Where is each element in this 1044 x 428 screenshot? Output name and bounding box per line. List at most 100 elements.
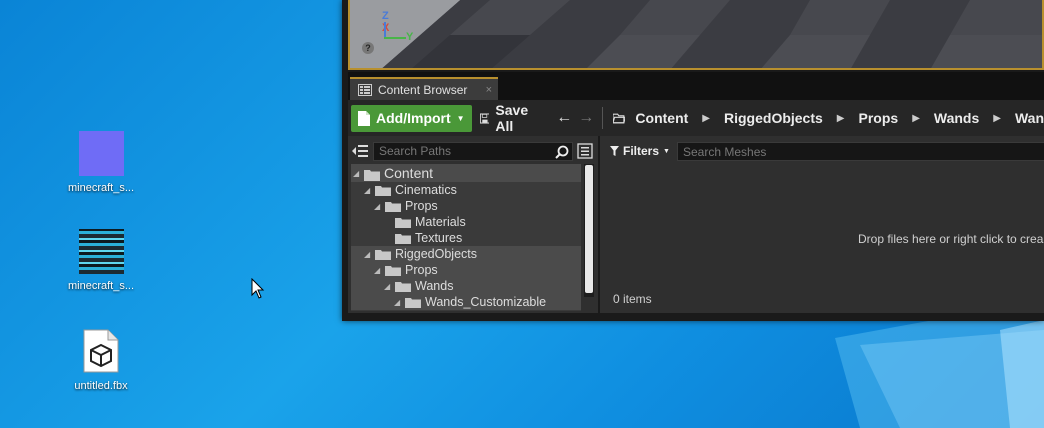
expanded-arrow-icon[interactable]: ◢ [364, 186, 372, 195]
unreal-editor-window: Z X Y ? Content Browser × [342, 0, 1044, 321]
desktop-icon-label: minecraft_s... [67, 182, 135, 194]
expanded-arrow-icon[interactable]: ◢ [374, 266, 382, 275]
folder-icon [385, 201, 401, 212]
folder-tree: ◢ Content ◢ Cinematics ◢ Props Materials [351, 164, 581, 311]
folder-icon [395, 217, 411, 228]
expanded-arrow-icon[interactable]: ◢ [353, 169, 361, 178]
breadcrumb-content[interactable]: Content [635, 110, 688, 126]
save-all-button[interactable]: Save All [479, 102, 537, 134]
content-browser-icon [358, 83, 372, 96]
sources-panel: Search Paths ◢ Content ◢ Cinematics ◢ Pr… [348, 136, 598, 313]
tree-item-props[interactable]: ◢ Props [351, 198, 581, 214]
tree-item-wands[interactable]: ◢ Wands [351, 278, 581, 294]
add-import-label: Add/Import [376, 110, 451, 126]
folder-icon [375, 249, 391, 260]
tree-item-label: Props [405, 199, 438, 213]
fbx-file-icon [83, 329, 119, 373]
chevron-down-icon: ▼ [456, 113, 465, 123]
tree-item-cinematics[interactable]: ◢ Cinematics [351, 182, 581, 198]
folder-open-icon [612, 113, 626, 123]
filter-funnel-icon [610, 146, 619, 156]
breadcrumb-wands[interactable]: Wands [934, 110, 979, 126]
tree-item-label: Props [405, 263, 438, 277]
search-paths-placeholder: Search Paths [379, 144, 452, 158]
breadcrumb-riggedobjects[interactable]: RiggedObjects [724, 110, 823, 126]
tree-scrollbar[interactable] [584, 164, 594, 297]
search-paths-input[interactable]: Search Paths [373, 141, 573, 161]
tab-label: Content Browser [378, 82, 468, 97]
search-meshes-input[interactable]: Search Meshes [677, 142, 1044, 161]
collapse-sources-icon[interactable] [351, 143, 369, 159]
save-all-label: Save All [495, 102, 529, 134]
axis-y-label: Y [406, 31, 414, 43]
tree-item-label: RiggedObjects [395, 247, 477, 261]
folder-icon [364, 168, 380, 181]
search-icon [555, 145, 569, 159]
new-file-icon [358, 110, 370, 126]
filters-button[interactable]: Filters ▼ [610, 144, 670, 158]
toolbar-divider [602, 107, 603, 129]
tree-item-materials[interactable]: Materials [351, 214, 581, 230]
folder-icon [395, 233, 411, 244]
expanded-arrow-icon[interactable]: ◢ [394, 298, 402, 307]
folder-icon [375, 185, 391, 196]
purple-image-thumbnail-icon [78, 131, 124, 176]
breadcrumb: Content ▶ RiggedObjects ▶ Props ▶ Wands … [635, 110, 1044, 126]
breadcrumb-props[interactable]: Props [859, 110, 899, 126]
breadcrumb-arrow-icon[interactable]: ▶ [702, 113, 710, 124]
folder-icon [395, 281, 411, 292]
tree-item-textures[interactable]: Textures [351, 230, 581, 246]
desktop-icon-label: untitled.fbx [74, 380, 128, 392]
viewport-help-icon[interactable]: ? [362, 42, 374, 54]
breadcrumb-arrow-icon[interactable]: ▶ [912, 113, 920, 124]
breadcrumb-arrow-icon[interactable]: ▶ [993, 113, 1001, 124]
tree-item-label: Wands [415, 279, 454, 293]
tree-item-label: Content [384, 165, 434, 181]
tree-scrollbar-thumb[interactable] [585, 165, 593, 293]
items-count: 0 items [613, 292, 652, 306]
breadcrumb-arrow-icon[interactable]: ▶ [837, 113, 845, 124]
search-meshes-placeholder: Search Meshes [683, 144, 767, 159]
history-forward-button[interactable]: → [578, 109, 594, 127]
tab-bar: Content Browser × [348, 72, 1044, 100]
texture-image-thumbnail-icon [78, 229, 124, 274]
desktop-icon-untitled-fbx[interactable]: untitled.fbx [61, 328, 141, 392]
tree-item-props[interactable]: ◢ Props [351, 262, 581, 278]
content-browser-toolbar: Add/Import ▼ Save All ← → Content ▶ Rigg… [348, 100, 1044, 136]
tree-item-label: Materials [415, 215, 466, 229]
tree-item-label: Cinematics [395, 183, 457, 197]
folder-icon [385, 265, 401, 276]
tree-item-content[interactable]: ◢ Content [351, 164, 581, 182]
filters-label: Filters [623, 144, 660, 158]
desktop-icon-label: minecraft_s... [67, 280, 135, 292]
axis-z-label: Z [382, 10, 389, 22]
level-viewport[interactable]: Z X Y ? [348, 0, 1044, 70]
chevron-down-icon: ▼ [663, 147, 670, 155]
tree-item-label: Textures [415, 231, 463, 245]
desktop-icon-minecraft-skin-1[interactable]: minecraft_s... [61, 131, 141, 194]
mouse-cursor-icon [251, 278, 265, 299]
empty-drop-message: Drop files here or right click to crea [858, 232, 1044, 246]
expanded-arrow-icon[interactable]: ◢ [384, 282, 392, 291]
axis-y-line [384, 37, 406, 39]
add-import-button[interactable]: Add/Import ▼ [351, 104, 472, 132]
asset-view-panel[interactable]: Filters ▼ Search Meshes Drop files here … [600, 136, 1044, 313]
tree-item-wands-customizable[interactable]: ◢ Wands_Customizable [351, 294, 581, 310]
save-icon [479, 112, 490, 124]
expanded-arrow-icon[interactable]: ◢ [374, 202, 382, 211]
tree-item-label: Wands_Customizable [425, 295, 547, 309]
history-back-button[interactable]: ← [556, 109, 572, 127]
axis-gizmo: Z X Y [378, 10, 418, 46]
tab-close-icon[interactable]: × [486, 84, 492, 96]
viewport-floor-grid [350, 0, 1042, 68]
axis-z-line [384, 22, 386, 38]
help-glyph: ? [365, 43, 371, 53]
folder-icon [405, 297, 421, 308]
breadcrumb-wands-customizable[interactable]: Wan [1015, 110, 1044, 126]
expanded-arrow-icon[interactable]: ◢ [364, 250, 372, 259]
tab-content-browser[interactable]: Content Browser × [350, 77, 498, 100]
path-search-row: Search Paths [351, 141, 595, 161]
tree-item-riggedobjects[interactable]: ◢ RiggedObjects [351, 246, 581, 262]
desktop-icon-minecraft-skin-2[interactable]: minecraft_s... [61, 229, 141, 292]
view-options-icon[interactable] [577, 143, 593, 159]
